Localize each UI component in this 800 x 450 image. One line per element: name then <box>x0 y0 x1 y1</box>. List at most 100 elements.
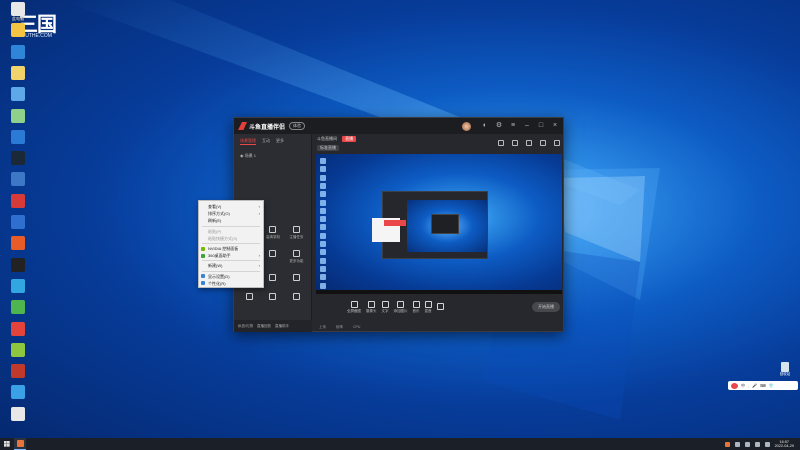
avatar[interactable] <box>462 121 471 131</box>
desktop-icon[interactable] <box>4 193 32 208</box>
room-header: 斗鱼直播间 直播 标准直播 <box>313 134 564 154</box>
desktop-icon[interactable] <box>4 385 32 400</box>
start-live-button[interactable]: 开始直播 <box>532 302 560 312</box>
desktop-icon[interactable] <box>4 108 32 123</box>
source-button[interactable]: 添加图片 <box>394 300 408 314</box>
source-button[interactable] <box>436 303 444 311</box>
context-menu-item[interactable]: 新建(W) › <box>199 262 263 269</box>
tool-icon <box>292 293 300 300</box>
desktop-icon[interactable] <box>4 151 32 166</box>
clock[interactable]: 16:57 2022-04-29 <box>775 440 794 449</box>
footer-item[interactable]: 直播回放 <box>257 324 271 329</box>
desktop-icon-glyph <box>11 2 25 16</box>
maximize-icon[interactable]: □ <box>537 122 545 130</box>
tray-app-icon[interactable] <box>724 441 730 447</box>
desktop-icon[interactable] <box>4 321 32 336</box>
source-button[interactable]: 全屏截图 <box>347 300 361 314</box>
version-badge[interactable]: 体验 <box>289 122 306 130</box>
desktop-icon-glyph <box>11 151 25 166</box>
desktop-icon-glyph <box>11 87 25 102</box>
context-menu-item[interactable]: 排序方式(O) › <box>199 210 263 217</box>
tab-interact[interactable]: 互动 <box>262 138 270 145</box>
desktop-icon[interactable] <box>4 44 32 59</box>
desktop-icon[interactable] <box>4 342 32 357</box>
context-menu-item[interactable]: 显示设置(D) <box>199 273 263 280</box>
source-button[interactable]: 文字 <box>381 300 389 314</box>
desktop-icon[interactable] <box>4 236 32 251</box>
chevron-right-icon: › <box>258 204 260 209</box>
source-icon <box>397 300 404 308</box>
desktop-icon-glyph <box>11 257 25 272</box>
source-button[interactable]: 混音 <box>424 300 432 314</box>
desktop-icon[interactable] <box>4 278 32 293</box>
network-icon[interactable] <box>744 441 750 447</box>
desktop-icon[interactable]: 此电脑 <box>4 2 32 21</box>
desktop-icon[interactable] <box>4 172 32 187</box>
volume-icon[interactable] <box>754 441 760 447</box>
desktop-icon[interactable] <box>4 257 32 272</box>
start-button[interactable] <box>0 438 14 450</box>
share-icon[interactable] <box>498 140 504 146</box>
tool-button[interactable] <box>261 250 284 264</box>
tool-button[interactable] <box>261 274 284 283</box>
ime-punct-icon[interactable]: , <box>748 383 749 388</box>
category-tag[interactable]: 标准直播 <box>317 145 339 151</box>
desktop-icon[interactable] <box>4 300 32 315</box>
tray-chevron-icon[interactable] <box>734 441 740 447</box>
tool-button[interactable] <box>285 274 308 283</box>
source-button[interactable]: 音乐 <box>412 300 420 314</box>
menu-icon[interactable]: ≡ <box>509 122 517 130</box>
footer-item[interactable]: 直播助手 <box>275 324 289 329</box>
gift-icon[interactable] <box>526 140 532 146</box>
preview-desktop-icon <box>320 174 326 181</box>
chat-icon[interactable] <box>540 140 546 146</box>
tool-button[interactable]: 更多功能 <box>285 250 308 264</box>
tool-button[interactable] <box>238 293 261 302</box>
tool-icon <box>246 293 254 300</box>
tab-scene[interactable]: 场景管理 <box>240 138 256 145</box>
context-menu-item[interactable]: NVIDIA 控制面板 <box>199 245 263 252</box>
ime-mode-icon[interactable]: 中 <box>741 383 745 389</box>
ime-tray-icon[interactable] <box>764 441 770 447</box>
desktop-icon[interactable] <box>4 406 32 421</box>
recycle-bin[interactable]: 回收站 <box>777 362 793 377</box>
stream-preview[interactable] <box>316 154 562 294</box>
room-title[interactable]: 斗鱼直播间 <box>317 136 337 141</box>
desktop-icon[interactable] <box>4 87 32 102</box>
tool-button[interactable]: 主播任务 <box>285 226 308 240</box>
context-menu-item[interactable]: 查看(V) › <box>199 203 263 210</box>
recycle-bin-icon <box>781 362 789 372</box>
app-title-bar[interactable]: 斗鱼直播伴侣 体验 ◐ ⚙ ≡ – □ × <box>234 118 563 134</box>
record-icon[interactable] <box>512 140 518 146</box>
desktop-icon[interactable] <box>4 364 32 379</box>
ime-keyboard-icon[interactable]: ⌨ <box>760 383 766 388</box>
skin-icon[interactable]: ◐ <box>481 122 489 130</box>
close-icon[interactable]: × <box>551 122 559 130</box>
ime-skin-icon[interactable]: 👕 <box>769 383 774 388</box>
desktop-icon[interactable] <box>4 23 32 38</box>
context-menu-item[interactable]: 刷新(E) <box>199 217 263 224</box>
settings-icon[interactable]: ⚙ <box>495 122 503 130</box>
preview-desktop-icon <box>320 232 326 239</box>
desktop-icon[interactable] <box>4 65 32 80</box>
live-streaming-app-window[interactable]: 斗鱼直播伴侣 体验 ◐ ⚙ ≡ – □ × 场景管理 互动 更多 ◉ 场景 1 … <box>233 117 564 332</box>
ime-mic-icon[interactable]: 🎤 <box>752 383 757 388</box>
footer-item[interactable]: 私信/礼物 <box>238 324 253 329</box>
desktop-icon[interactable] <box>4 215 32 229</box>
system-tray: 16:57 2022-04-29 <box>724 440 800 449</box>
tool-button[interactable] <box>285 293 308 302</box>
taskbar-app-streaming[interactable] <box>14 438 26 450</box>
source-button[interactable]: 摄像头 <box>366 300 377 314</box>
ime-logo-icon[interactable] <box>731 382 738 389</box>
tool-button[interactable]: 高清录制 <box>261 226 284 240</box>
context-menu-item[interactable]: 360桌面助手 › <box>199 252 263 259</box>
more-icon[interactable] <box>554 140 560 146</box>
desktop-icon[interactable] <box>4 129 32 144</box>
scene-item[interactable]: ◉ 场景 1 <box>234 149 311 163</box>
ime-toolbar[interactable]: 中 , 🎤 ⌨ 👕 <box>728 381 798 390</box>
tool-button[interactable] <box>261 293 284 302</box>
live-tag[interactable]: 直播 <box>342 136 357 142</box>
minimize-icon[interactable]: – <box>523 122 531 130</box>
tab-more[interactable]: 更多 <box>276 138 284 145</box>
context-menu-item[interactable]: 个性化(R) <box>199 280 263 287</box>
